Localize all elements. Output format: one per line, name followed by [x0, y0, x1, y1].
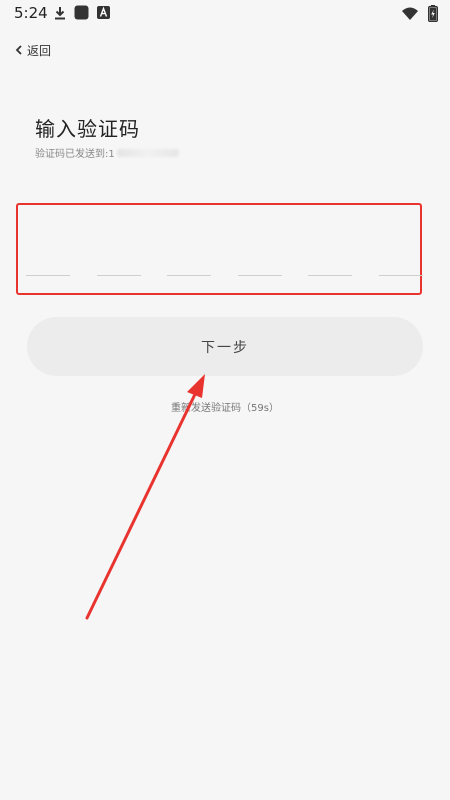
status-right-icons [402, 5, 438, 22]
code-digit-slot-1[interactable] [26, 275, 70, 276]
resend-code-link[interactable]: 重新发送验证码（59s） [0, 399, 450, 414]
status-bar: 5:24 [0, 0, 450, 26]
app-square-icon [74, 5, 89, 20]
sent-to-label: 验证码已发送到:1 [35, 149, 115, 160]
status-time: 5:24 [14, 4, 48, 22]
wifi-icon [402, 7, 418, 20]
status-left-icons [54, 5, 110, 20]
back-button[interactable]: 返回 [15, 38, 51, 62]
sent-to-text: 验证码已发送到:1 [35, 145, 179, 160]
verification-code-input[interactable] [16, 203, 423, 295]
code-digit-slot-5[interactable] [308, 275, 352, 276]
next-step-button[interactable]: 下一步 [27, 317, 423, 376]
battery-charging-icon [428, 5, 438, 22]
page-title: 输入验证码 [35, 117, 140, 141]
code-digit-slot-4[interactable] [238, 275, 282, 276]
code-digit-slot-6[interactable] [379, 275, 423, 276]
masked-phone-number [116, 148, 179, 157]
chevron-left-icon [15, 45, 23, 55]
code-digit-slot-3[interactable] [167, 275, 211, 276]
back-label: 返回 [27, 43, 52, 58]
code-digit-slot-2[interactable] [97, 275, 141, 276]
a-letter-icon [97, 6, 110, 19]
download-icon [54, 6, 66, 20]
